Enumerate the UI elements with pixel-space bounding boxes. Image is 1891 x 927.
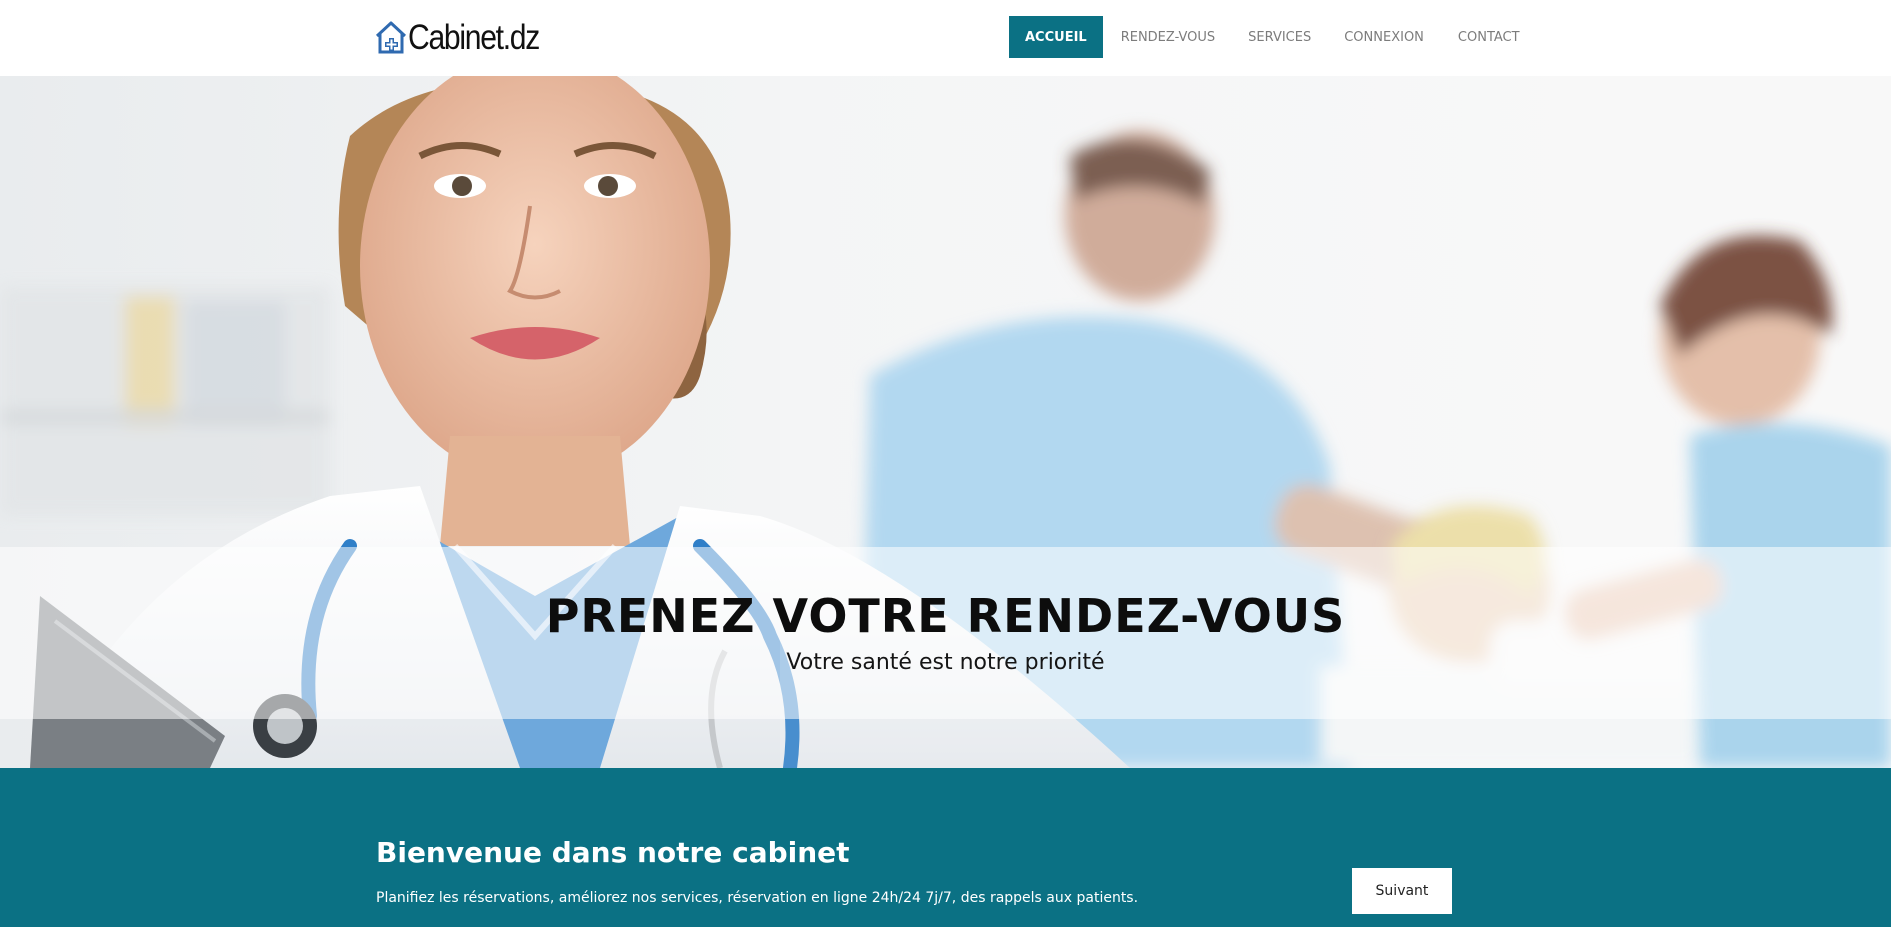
nav-services[interactable]: SERVICES xyxy=(1248,16,1311,58)
house-medical-cross-icon xyxy=(375,21,407,54)
next-button[interactable]: Suivant xyxy=(1352,868,1452,914)
logo[interactable]: Cabinet.dz xyxy=(375,18,560,58)
logo-text: Cabinet.dz xyxy=(408,18,540,57)
hero-title: PRENEZ VOTRE RENDEZ-VOUS xyxy=(545,589,1346,643)
nav-accueil[interactable]: ACCUEIL xyxy=(1009,16,1103,58)
nav-connexion[interactable]: CONNEXION xyxy=(1344,16,1424,58)
welcome-section: Bienvenue dans notre cabinet Planifiez l… xyxy=(0,768,1891,927)
hero-banner: PRENEZ VOTRE RENDEZ-VOUS Votre santé est… xyxy=(0,76,1891,768)
nav-contact[interactable]: CONTACT xyxy=(1458,16,1520,58)
welcome-title: Bienvenue dans notre cabinet xyxy=(376,836,850,869)
hero-subtitle: Votre santé est notre priorité xyxy=(786,650,1105,675)
main-nav: ACCUEIL RENDEZ-VOUS SERVICES CONNEXION C… xyxy=(1009,16,1520,58)
site-header: Cabinet.dz ACCUEIL RENDEZ-VOUS SERVICES … xyxy=(0,0,1891,76)
welcome-text: Planifiez les réservations, améliorez no… xyxy=(376,890,1139,906)
nav-rendez-vous[interactable]: RENDEZ-VOUS xyxy=(1121,16,1215,58)
